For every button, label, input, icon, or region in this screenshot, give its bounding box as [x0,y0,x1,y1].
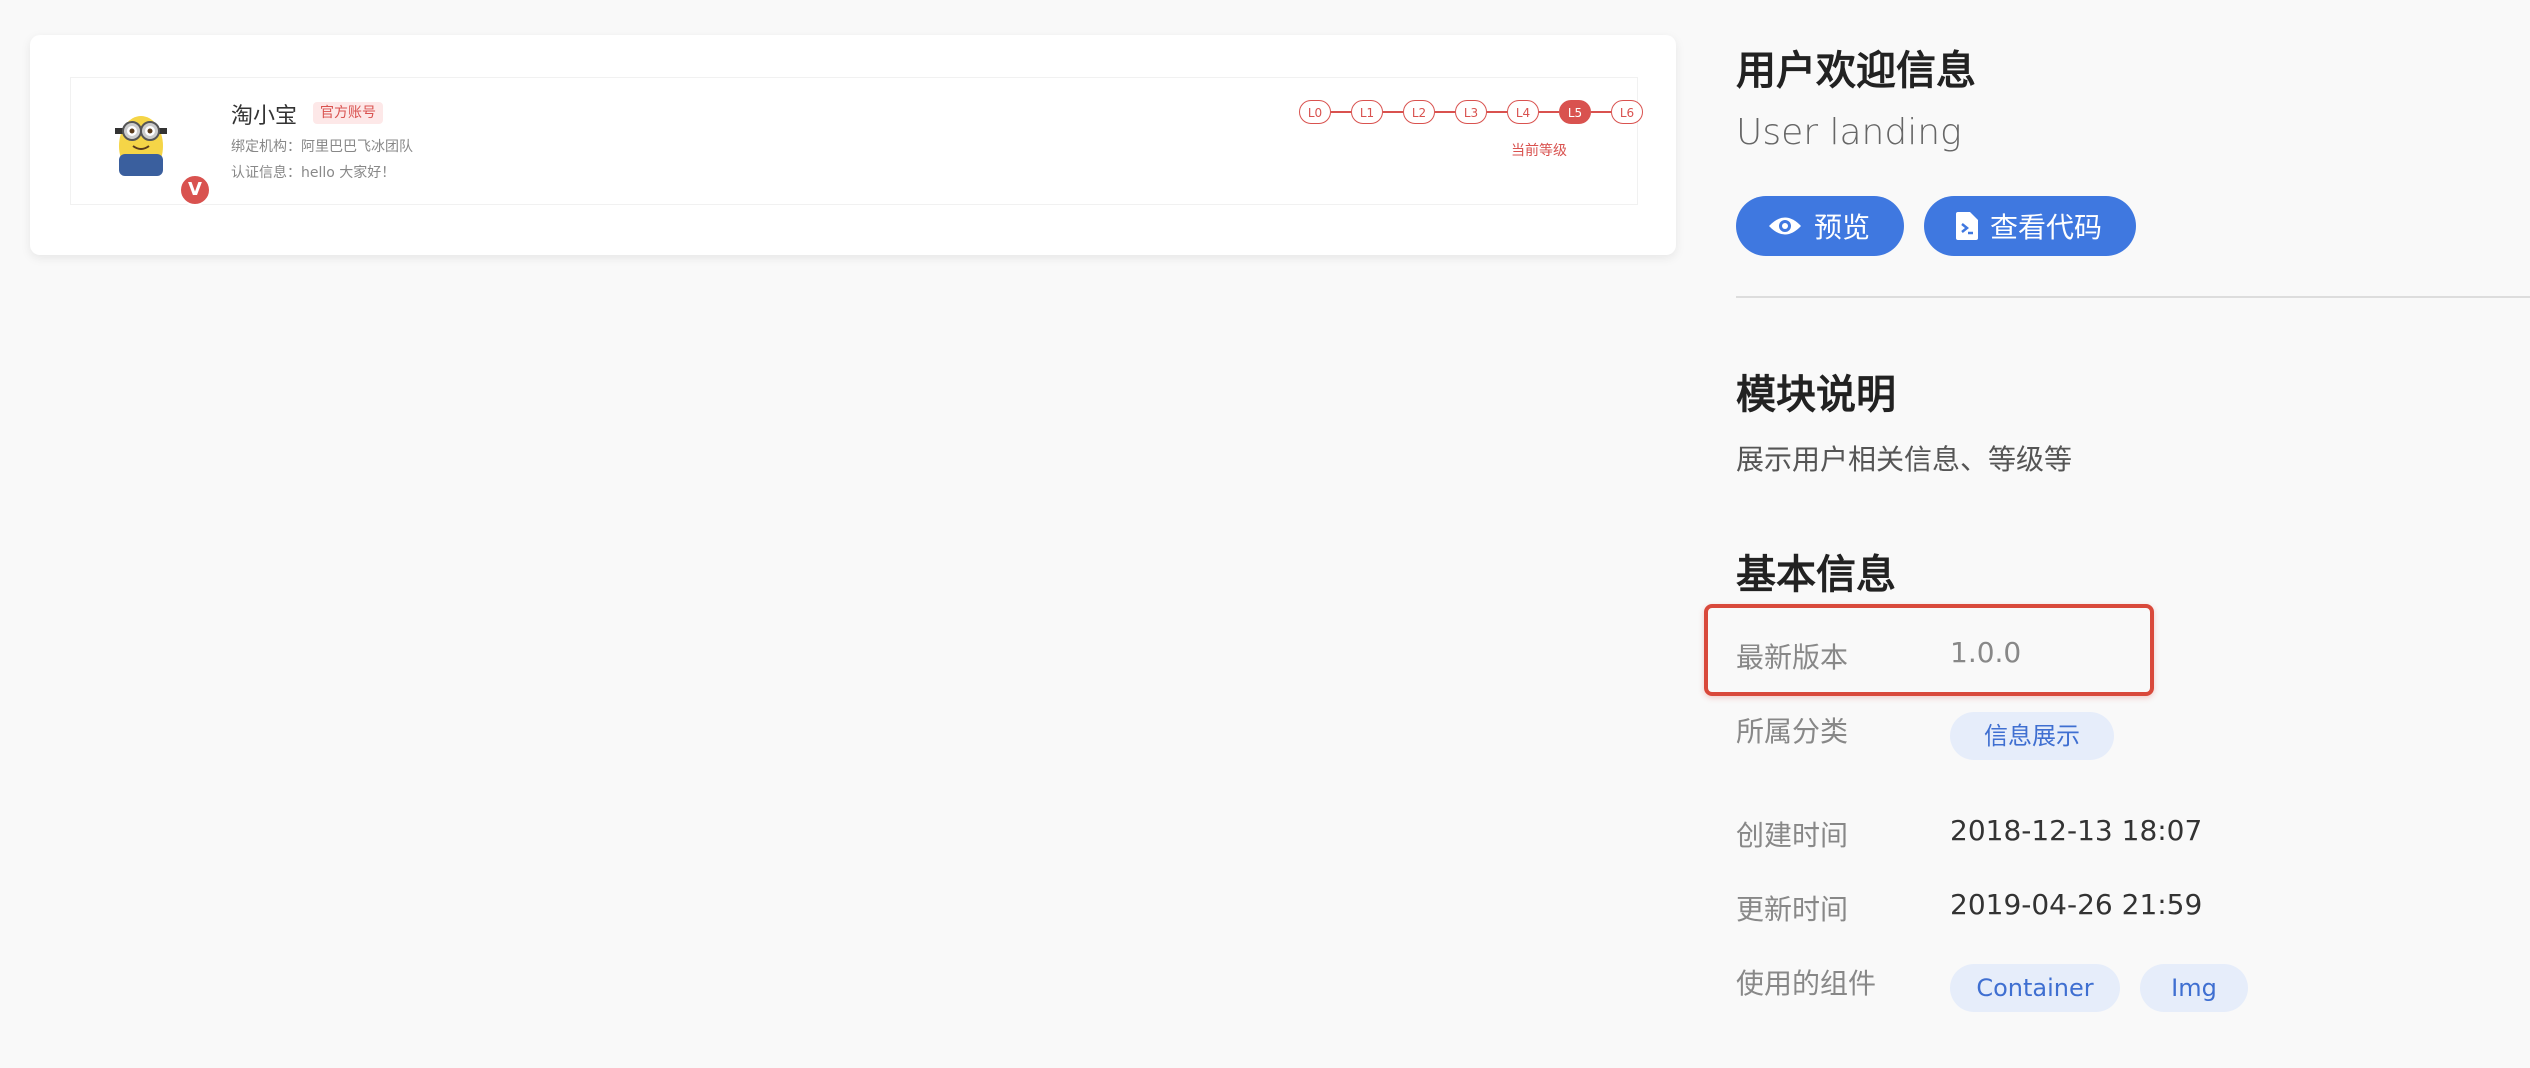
components-label: 使用的组件 [1736,967,1877,1000]
level-node-l0: L0 [1299,100,1331,124]
level-connector [1591,111,1611,113]
created-time-value: 2018-12-13 18:07 [1950,814,2203,847]
level-node-l3: L3 [1455,100,1487,124]
level-node-l5-current: L5 [1559,100,1591,124]
code-file-icon [1956,212,1978,240]
cert-info: 认证信息：hello 大家好！ [231,165,396,181]
updated-time-label: 更新时间 [1736,893,1849,926]
updated-time-value: 2019-04-26 21:59 [1950,888,2203,921]
category-label: 所属分类 [1736,715,1849,748]
version-label: 最新版本 [1736,641,1849,674]
component-tag-container[interactable]: Container [1950,964,2120,1012]
level-node-l1: L1 [1351,100,1383,124]
current-level-label: 当前等级 [1511,143,1567,159]
view-code-button-label: 查看代码 [1990,211,2103,244]
official-account-tag: 官方账号 [313,102,383,124]
level-connector [1539,111,1559,113]
version-value: 1.0.0 [1950,636,2022,669]
level-connector [1487,111,1507,113]
org-info: 绑定机构：阿里巴巴飞冰团队 [231,139,413,155]
level-node-l4: L4 [1507,100,1539,124]
page-title: 用户欢迎信息 [1736,48,1976,94]
level-track: L0 L1 L2 L3 L4 L5 L6 [1299,100,1643,124]
level-connector [1331,111,1351,113]
user-card: V 淘小宝 官方账号 绑定机构：阿里巴巴飞冰团队 认证信息：hello 大家好！… [70,77,1643,206]
category-tag[interactable]: 信息展示 [1950,712,2114,760]
level-connector [1383,111,1403,113]
verified-badge: V [179,174,211,206]
minion-avatar-icon [115,116,167,176]
basic-info-title: 基本信息 [1736,552,1896,598]
module-description-title: 模块说明 [1736,372,1896,418]
view-code-button[interactable]: 查看代码 [1924,196,2136,256]
page: V 淘小宝 官方账号 绑定机构：阿里巴巴飞冰团队 认证信息：hello 大家好！… [0,0,2530,1068]
eye-icon [1768,215,1802,237]
page-subtitle: User landing [1736,112,1962,153]
module-description-text: 展示用户相关信息、等级等 [1736,443,2073,476]
component-tag-img[interactable]: Img [2140,964,2248,1012]
level-node-l6: L6 [1611,100,1643,124]
level-connector [1435,111,1455,113]
created-time-label: 创建时间 [1736,819,1849,852]
preview-card: V 淘小宝 官方账号 绑定机构：阿里巴巴飞冰团队 认证信息：hello 大家好！… [30,35,1676,255]
preview-button[interactable]: 预览 [1736,196,1904,256]
preview-button-label: 预览 [1814,211,1871,244]
user-name: 淘小宝 [231,104,298,129]
divider [1736,296,2530,298]
level-node-l2: L2 [1403,100,1435,124]
avatar: V [101,102,211,206]
